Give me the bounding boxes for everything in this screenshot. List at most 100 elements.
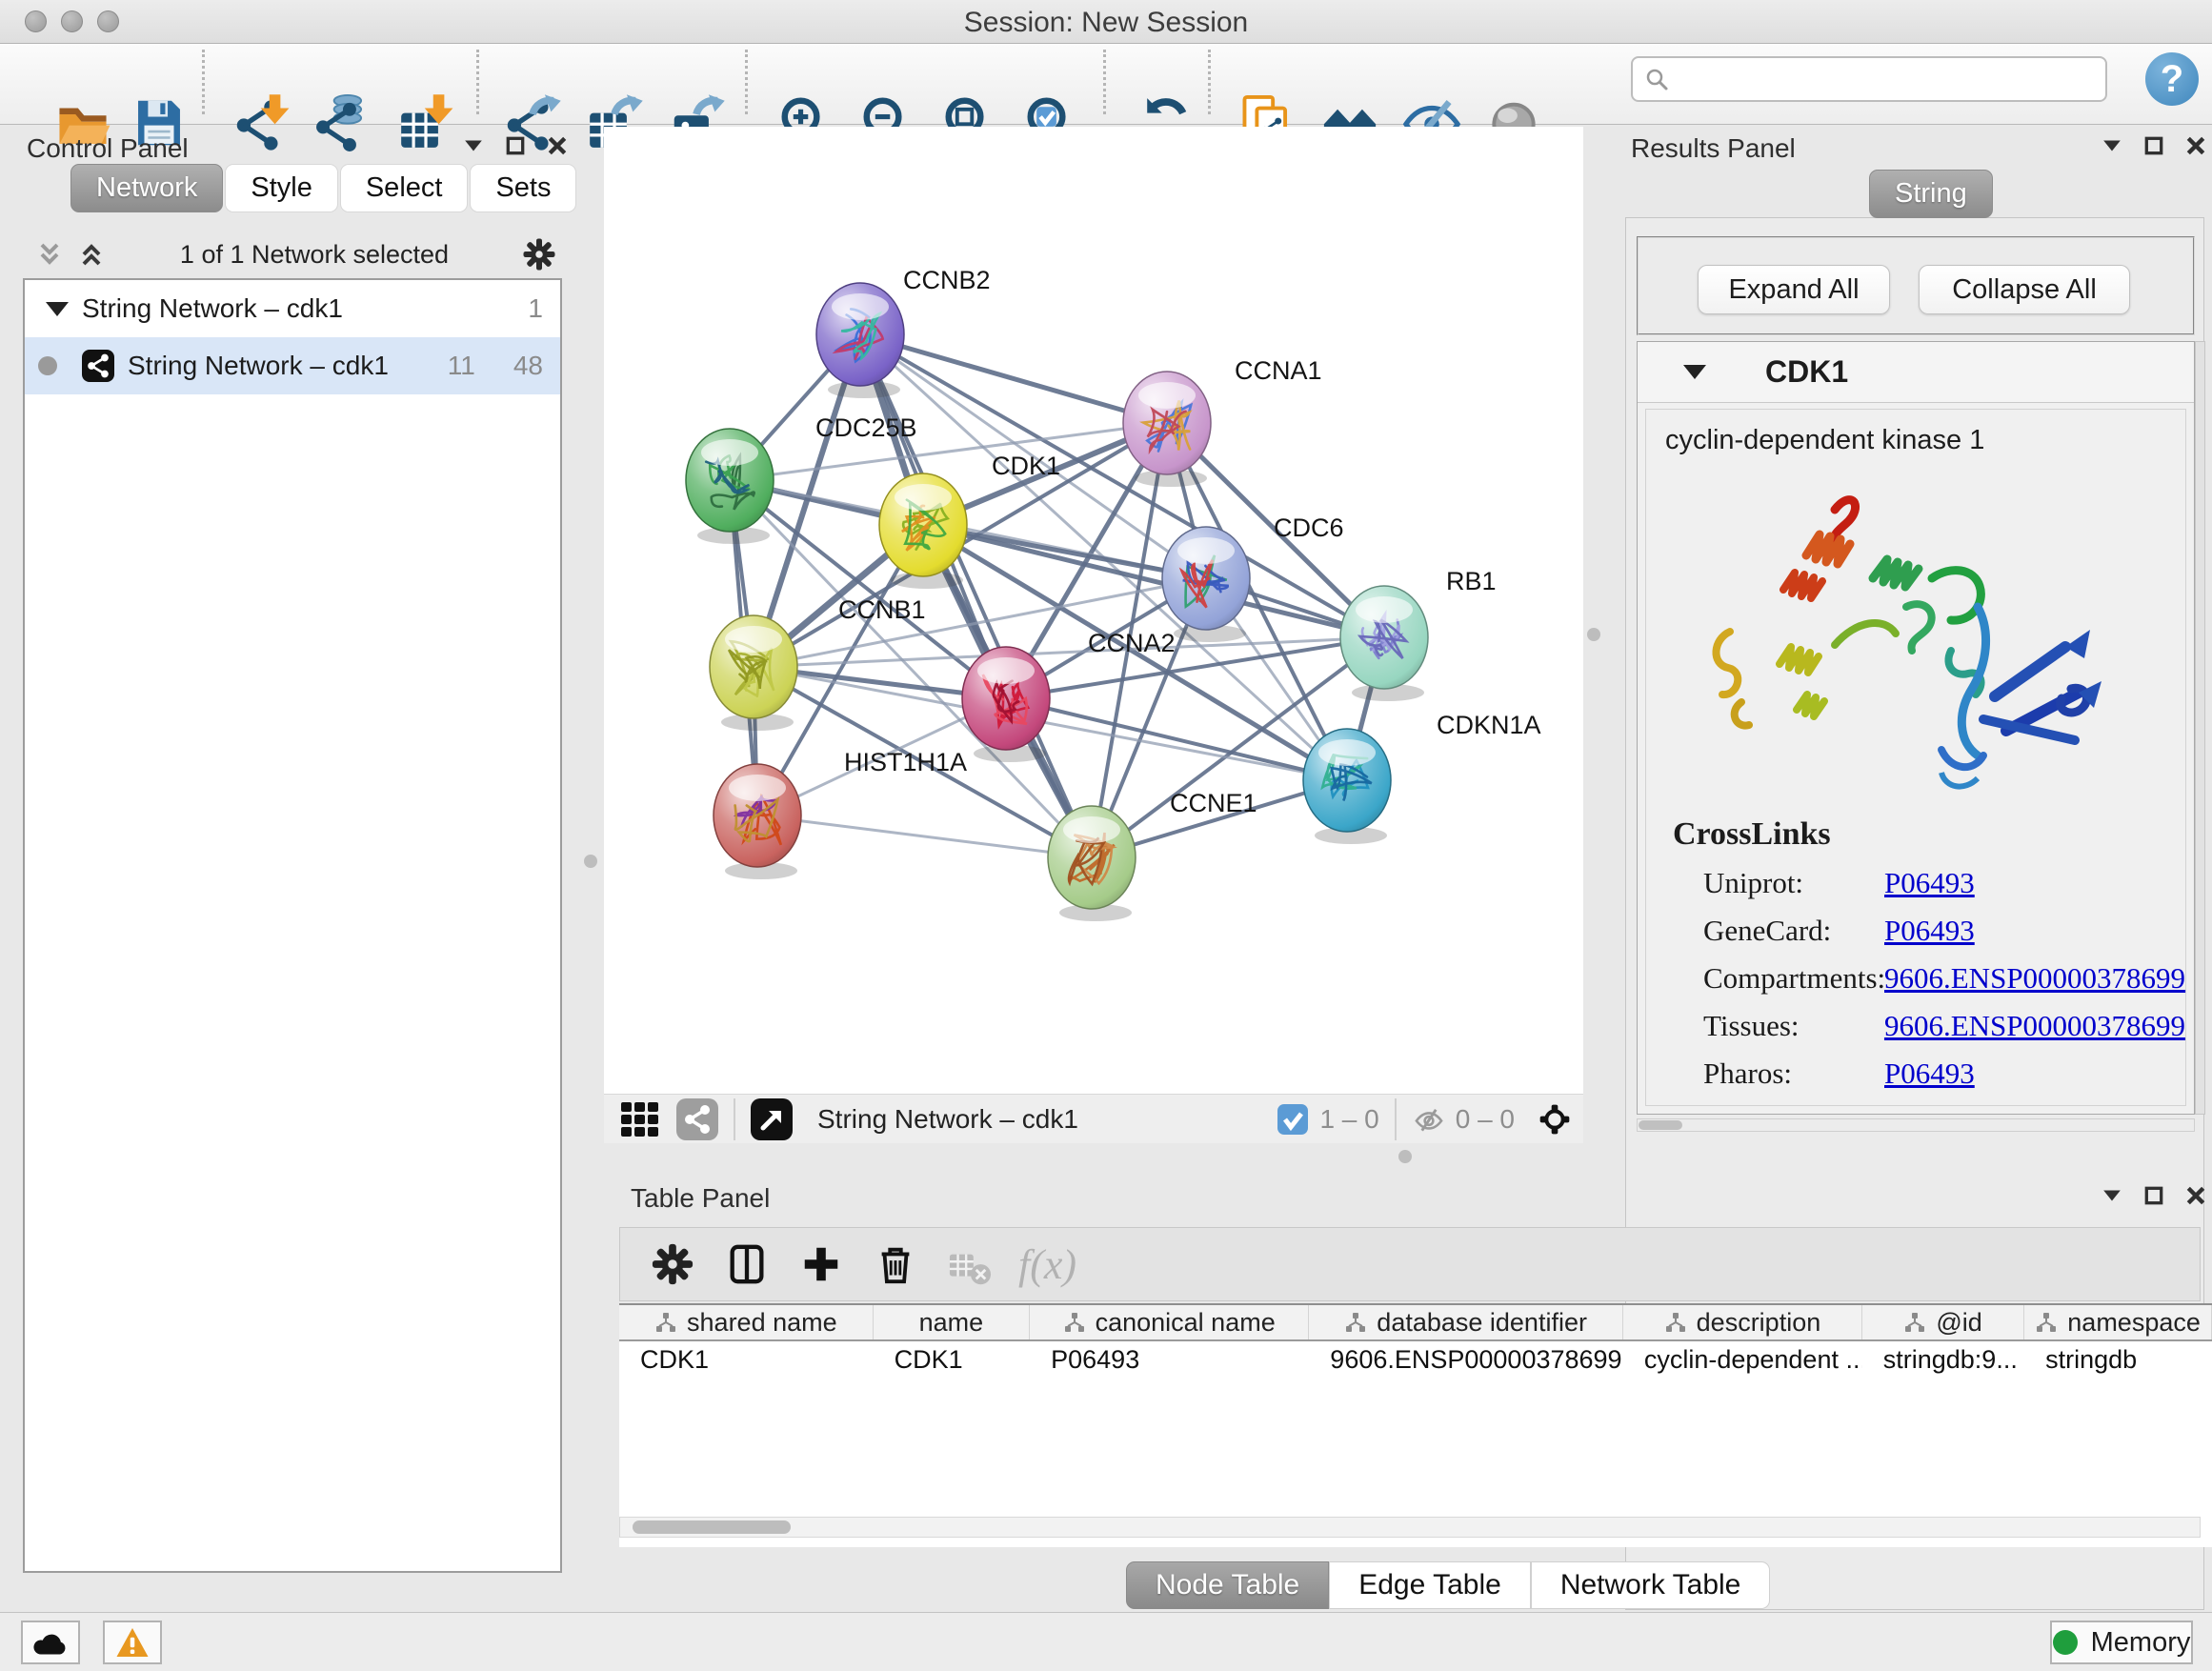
search-box[interactable] [1631, 56, 2107, 102]
expand-all-networks-icon[interactable] [76, 239, 107, 270]
left-splitter-handle[interactable] [584, 855, 597, 868]
crosslink-value-link[interactable]: 9606.ENSP00000378699 [1884, 961, 2185, 996]
panel-menu-icon[interactable] [2101, 1185, 2122, 1206]
cloud-icon [31, 1628, 70, 1657]
show-columns-icon[interactable] [725, 1242, 769, 1286]
main-toolbar: ? [0, 44, 2212, 125]
delete-table-icon[interactable] [948, 1245, 986, 1283]
column-header-namespace[interactable]: namespace [2024, 1305, 2212, 1339]
collapse-all-networks-icon[interactable] [34, 239, 65, 270]
collapse-triangle-icon[interactable] [46, 302, 69, 316]
network-node-cdkn1a[interactable]: CDKN1A [1303, 711, 1541, 844]
crosslink-label: Tissues: [1703, 1009, 1884, 1043]
control-panel-tabs: NetworkStyleSelectSets [70, 164, 578, 212]
panel-menu-icon[interactable] [2101, 135, 2122, 156]
toolbar-separator [1103, 50, 1106, 114]
network-node-hist1h1a[interactable]: HIST1H1A [714, 748, 967, 879]
network-row-selected[interactable]: String Network – cdk1 11 48 [25, 337, 560, 394]
network-node-ccnb2[interactable]: CCNB2 [816, 266, 991, 398]
hidden-eye-slash-icon[interactable] [1414, 1104, 1444, 1135]
delete-column-trash-icon[interactable] [874, 1242, 917, 1286]
expand-all-button[interactable]: Expand All [1698, 265, 1890, 314]
crosslink-value-link[interactable]: 9606.ENSP00000378699 [1884, 1009, 2185, 1043]
search-input[interactable] [1679, 64, 2094, 95]
column-header-name[interactable]: name [874, 1305, 1030, 1339]
crosslink-label: Uniprot: [1703, 866, 1884, 900]
tab-select[interactable]: Select [340, 164, 469, 212]
column-header-canonical-name[interactable]: canonical name [1030, 1305, 1309, 1339]
column-header-database-identifier[interactable]: database identifier [1309, 1305, 1623, 1339]
panel-float-icon[interactable] [505, 135, 526, 156]
open-in-window-icon[interactable] [751, 1098, 793, 1140]
selected-checkbox-icon[interactable] [1277, 1104, 1308, 1135]
node-label: CCNB1 [838, 595, 926, 624]
panel-float-icon[interactable] [2143, 1185, 2164, 1206]
table-settings-gear-icon[interactable] [651, 1242, 694, 1286]
crosslink-value-link[interactable]: P06493 [1884, 866, 1975, 900]
separator [1395, 1098, 1397, 1140]
table-row[interactable]: CDK1CDK1P064939606.ENSP00000378699cyclin… [619, 1341, 2212, 1378]
results-horizontal-scrollbar[interactable] [1637, 1118, 2195, 1132]
import-table-icon[interactable] [396, 93, 455, 152]
memory-status-dot [2053, 1630, 2078, 1655]
toolbar-separator [476, 50, 479, 114]
crosslink-row: Compartments:9606.ENSP00000378699 [1703, 961, 2185, 996]
table-cell: CDK1 [874, 1341, 1030, 1378]
panel-float-icon[interactable] [2143, 135, 2164, 156]
table-cell: P06493 [1030, 1341, 1309, 1378]
panel-close-icon[interactable] [547, 135, 568, 156]
tab-network-table[interactable]: Network Table [1531, 1561, 1771, 1609]
panel-menu-icon[interactable] [463, 135, 484, 156]
tab-style[interactable]: Style [225, 164, 337, 212]
results-vertical-scrollbar[interactable] [2195, 341, 2205, 1115]
panel-close-icon[interactable] [2185, 135, 2206, 156]
memory-button[interactable]: Memory [2050, 1621, 2193, 1664]
table-header-row: shared namenamecanonical namedatabase id… [619, 1305, 2212, 1341]
network-collection-row[interactable]: String Network – cdk1 1 [25, 280, 560, 337]
network-view-title: String Network – cdk1 [817, 1104, 1260, 1135]
collapse-triangle-icon[interactable] [1683, 365, 1706, 379]
column-header--id[interactable]: @id [1862, 1305, 2024, 1339]
cloud-status-button[interactable] [21, 1621, 80, 1664]
application-window: Session: New Session ? Control Panel Net… [0, 0, 2212, 1671]
table-horizontal-scrollbar[interactable] [619, 1517, 2201, 1538]
birds-eye-view-icon[interactable] [619, 1098, 661, 1140]
title-bar: Session: New Session [0, 0, 2212, 44]
network-view-toolbar: String Network – cdk1 1 – 0 0 – 0 [604, 1094, 1583, 1143]
right-splitter-handle[interactable] [1587, 628, 1600, 641]
network-share-icon[interactable] [676, 1098, 718, 1140]
network-edge[interactable] [860, 334, 1167, 423]
network-edge[interactable] [757, 815, 1092, 857]
gene-name: CDK1 [1765, 354, 1848, 390]
help-icon[interactable]: ? [2145, 52, 2199, 106]
network-node-ccna1[interactable]: CCNA1 [1123, 356, 1322, 487]
tab-edge-table[interactable]: Edge Table [1329, 1561, 1531, 1609]
window-title: Session: New Session [0, 7, 2212, 39]
tab-network[interactable]: Network [70, 164, 223, 212]
crosslink-value-link[interactable]: P06493 [1884, 914, 1975, 948]
warning-status-button[interactable] [103, 1621, 162, 1664]
column-header-description[interactable]: description [1623, 1305, 1862, 1339]
tab-sets[interactable]: Sets [470, 164, 576, 212]
network-node-rb1[interactable]: RB1 [1340, 567, 1497, 701]
network-canvas[interactable]: CCNB2CCNA1CDC25BCDK1CDC6RB1CCNB1CCNA2CDK… [604, 127, 1583, 1094]
column-header-shared-name[interactable]: shared name [619, 1305, 874, 1339]
network-node-ccne1[interactable]: CCNE1 [1048, 789, 1257, 921]
import-network-database-icon[interactable] [314, 93, 373, 152]
results-entry-detail: cyclin-dependent kinase 1 [1645, 409, 2186, 1106]
import-network-file-icon[interactable] [232, 93, 292, 152]
create-column-plus-icon[interactable] [799, 1242, 843, 1286]
network-tree: String Network – cdk1 1 String Network –… [23, 278, 562, 1573]
panel-close-icon[interactable] [2185, 1185, 2206, 1206]
node-label: CCNA2 [1088, 629, 1176, 657]
tab-node-table[interactable]: Node Table [1126, 1561, 1329, 1609]
fit-selected-crosshair-icon[interactable] [1539, 1104, 1570, 1135]
network-options-gear-icon[interactable] [522, 237, 556, 272]
crosslink-value-link[interactable]: P06493 [1884, 1057, 1975, 1091]
tab-string[interactable]: String [1869, 170, 1993, 218]
collapse-all-button[interactable]: Collapse All [1919, 265, 2130, 314]
results-entry-header[interactable]: CDK1 [1638, 342, 2194, 403]
bottom-splitter-handle[interactable] [1398, 1150, 1412, 1163]
network-edge[interactable] [1006, 698, 1347, 780]
toolbar-separator [1208, 50, 1211, 114]
